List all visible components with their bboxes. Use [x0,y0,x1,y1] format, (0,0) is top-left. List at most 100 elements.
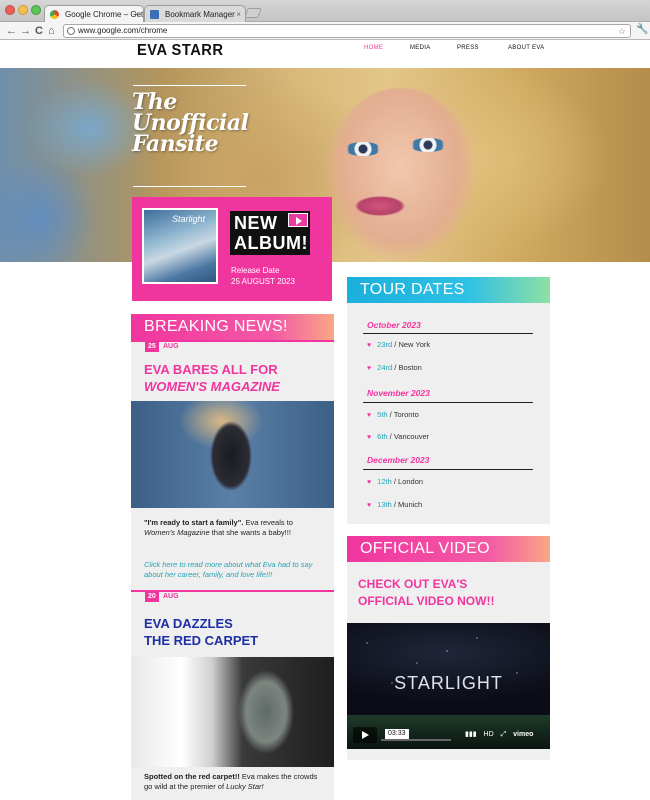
tour-gig[interactable]: ♥ 24rd / Boston [367,363,422,372]
news-lead: Spotted on the red carpet!! [144,772,240,781]
video-timecode: 03:33 [385,729,409,739]
video-tagline-line: OFFICIAL VIDEO NOW!! [358,594,495,608]
new-album-promo[interactable]: Starlight NEW ALBUM! Release Date 25 AUG… [132,197,332,301]
news-headline-line: WOMEN'S MAGAZINE [144,379,280,394]
heart-icon: ♥ [367,342,372,349]
tour-dates-list: October 2023 ♥ 23rd / New York ♥ 24rd / Bo… [347,303,550,524]
tour-gig[interactable]: ♥ 5th / Toronto [367,410,419,419]
nav-home[interactable]: HOME [364,45,383,51]
video-tagline-line: CHECK OUT EVA'S [358,577,468,591]
divider [363,469,533,470]
divider [363,333,533,334]
gig-day: 23rd [377,340,393,349]
home-icon[interactable]: ⌂ [48,24,55,38]
hero-lips [355,196,405,216]
hero-title-line: Fansite [132,131,219,157]
play-icon[interactable] [288,213,308,227]
bookmark-favicon-icon [150,10,159,19]
album-cover[interactable]: Starlight [142,208,218,284]
gig-city: Munich [398,500,423,509]
site-logo[interactable]: EVA STARR [137,42,223,60]
news-headline[interactable]: EVA BARES ALL FOR WOMEN'S MAGAZINE [144,361,280,395]
news-photo[interactable] [131,657,334,767]
tour-month: December 2023 [367,455,430,465]
close-icon[interactable]: × [134,6,139,22]
heart-icon: ♥ [367,365,372,372]
video-controls: 03:33 ▮▮▮ HD ⤢ vimeo [353,727,544,743]
tour-gig[interactable]: ♥ 13th / Munich [367,500,422,509]
gig-city: New York [398,340,431,349]
news-photo[interactable] [131,401,334,508]
video-scrubber[interactable] [381,739,451,741]
gig-city: Boston [398,363,422,372]
close-window-button[interactable] [5,5,15,15]
news-read-more-link[interactable]: Click here to read more about what Eva h… [144,560,324,580]
reload-icon[interactable]: C [35,24,43,38]
gig-day: 24rd [377,363,393,372]
news-headline-line: THE RED CARPET [144,633,259,648]
release-date: 25 AUGUST 2023 [231,277,295,286]
gig-day: 6th [377,432,388,441]
album-cover-title: Starlight [172,214,206,224]
new-album-line: ALBUM! [234,233,308,253]
volume-icon[interactable]: ▮▮▮ [465,731,477,738]
nav-about-eva[interactable]: ABOUT EVA [508,45,545,51]
back-icon[interactable]: ← [6,24,17,38]
hero-rule [133,85,246,86]
news-body: Eva reveals to [243,518,293,527]
tour-gig[interactable]: ♥ 6th / Vancouver [367,432,429,441]
tour-month: November 2023 [367,388,430,398]
play-icon[interactable] [353,727,377,743]
news-headline[interactable]: EVA DAZZLES THE RED CARPET [144,615,258,649]
news-date-month: AUG [163,343,179,350]
breaking-news-heading: BREAKING NEWS! [131,314,334,340]
video-title: STARLIGHT [394,673,503,693]
release-label: Release Date [231,266,280,275]
new-album-line: NEW [234,213,278,233]
news-date-month: AUG [163,593,179,600]
vimeo-logo[interactable]: vimeo [513,731,533,738]
chrome-favicon-icon [50,10,59,19]
release-info: Release Date 25 AUGUST 2023 [231,265,295,287]
gig-city: Toronto [393,410,419,419]
heart-icon: ♥ [367,412,372,419]
tour-month: October 2023 [367,320,421,330]
news-summary: "I'm ready to start a family". Eva revea… [144,518,324,538]
tour-gig[interactable]: ♥ 23rd / New York [367,340,430,349]
news-headline-line: EVA DAZZLES [144,616,233,631]
hero-title: The Unofficial Fansite [132,91,249,157]
tab-bookmark-manager[interactable]: Bookmark Manager × [144,5,246,22]
hero-rule [133,186,246,187]
address-bar[interactable]: www.google.com/chrome ☆ [63,24,631,38]
globe-icon [67,27,75,35]
forward-icon[interactable]: → [20,24,31,38]
hero-eye [345,142,381,156]
fullscreen-icon[interactable]: ⤢ [501,731,507,738]
close-icon[interactable]: × [236,6,241,22]
gig-day: 12th [377,477,392,486]
divider [363,402,533,403]
news-date: 25 AUG [131,340,334,352]
tour-gig[interactable]: ♥ 12th / London [367,477,423,486]
hd-toggle[interactable]: HD [484,731,494,738]
nav-media[interactable]: MEDIA [410,45,431,51]
star-icon[interactable]: ☆ [618,25,626,37]
wrench-icon[interactable]: 🔧 [636,24,648,35]
news-body-em: Women's Magazine [144,528,210,537]
zoom-window-button[interactable] [31,5,41,15]
minimize-window-button[interactable] [18,5,28,15]
url-text: www.google.com/chrome [78,26,168,35]
tab-label: Google Chrome – Get a fast [65,10,144,19]
gig-day: 5th [377,410,388,419]
new-tab-button[interactable] [244,8,262,18]
video-player[interactable]: STARLIGHT 03:33 ▮▮▮ HD ⤢ vimeo [347,623,550,749]
tab-chrome[interactable]: Google Chrome – Get a fast × [44,5,144,22]
nav-press[interactable]: PRESS [457,45,479,51]
heart-icon: ♥ [367,434,372,441]
tab-label: Bookmark Manager [165,10,235,19]
official-video-heading: OFFICIAL VIDEO [347,536,550,562]
news-lead: "I'm ready to start a family". [144,518,244,527]
browser-toolbar: ← → C ⌂ www.google.com/chrome ☆ 🔧 [0,22,650,40]
news-body-em: Lucky Star! [226,782,264,791]
hero-portrait [325,88,475,262]
